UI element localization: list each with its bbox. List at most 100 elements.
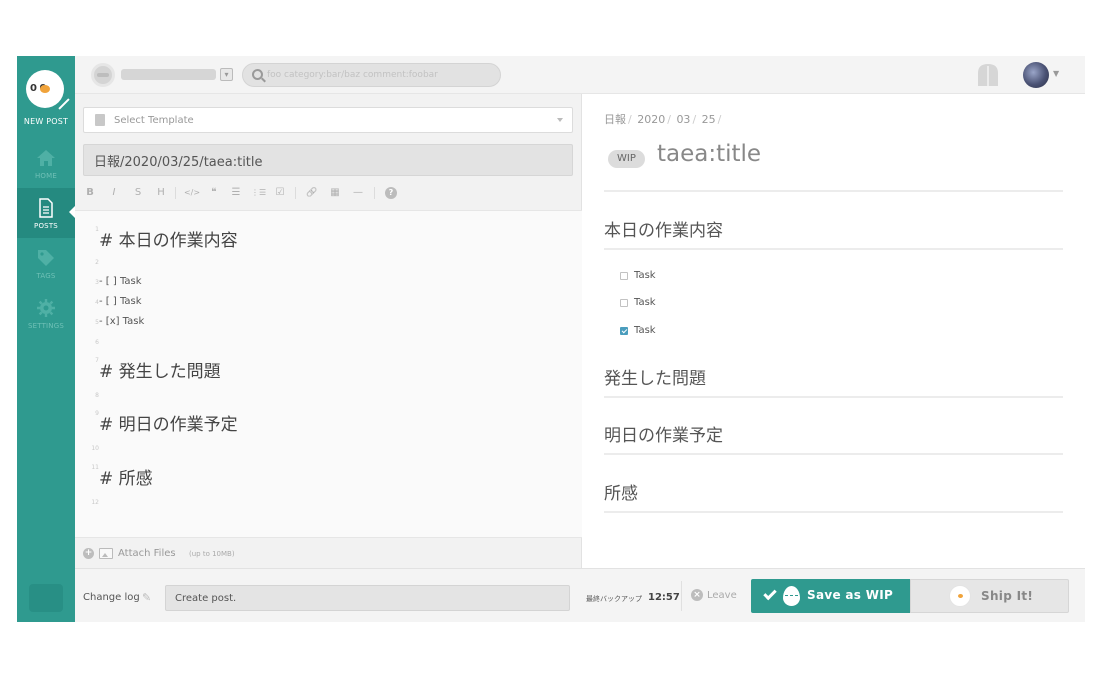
wip-badge: WIP [608, 150, 645, 168]
document-icon [39, 198, 53, 218]
preview-heading: 明日の作業予定 [604, 426, 723, 446]
chevron-down-icon[interactable]: ▾ [220, 68, 233, 81]
sidebar-item-label: TAGS [36, 272, 56, 280]
heading-button[interactable]: H [154, 184, 168, 202]
line-number: 12 [91, 499, 99, 506]
notification-icon[interactable] [975, 62, 1001, 88]
user-avatar[interactable] [1023, 62, 1049, 88]
save-as-wip-label: Save as WIP [807, 588, 894, 602]
preview-pane: 日報/ 2020/ 03/ 25/ WIP taea:title 本日の作業内容… [583, 94, 1085, 568]
task-label: Task [634, 297, 656, 308]
line-number: 6 [95, 339, 99, 346]
save-as-wip-button[interactable]: Save as WIP [751, 579, 910, 613]
preview-title: taea:title [657, 141, 762, 167]
line-number: 3 [95, 279, 99, 286]
task-checkbox[interactable] [620, 272, 628, 280]
heading-divider [604, 511, 1063, 513]
breadcrumb-item[interactable]: 日報 [604, 113, 626, 126]
line-number: 2 [95, 259, 99, 266]
link-button[interactable]: 🔗 [305, 184, 319, 202]
sidebar-item-settings[interactable]: SETTINGS [17, 288, 75, 338]
task-checkbox-checked[interactable] [620, 327, 628, 335]
breadcrumb-item[interactable]: 25 [702, 113, 716, 126]
tag-icon [38, 250, 54, 266]
search-box[interactable] [242, 63, 501, 87]
attach-files-label: Attach Files [118, 548, 176, 559]
bullet-list-button[interactable]: ☰ [229, 184, 243, 202]
sidebar-item-home[interactable]: HOME [17, 138, 75, 188]
line-number: 9 [95, 410, 99, 417]
heading-divider [604, 453, 1063, 455]
table-button[interactable]: ▦ [328, 184, 342, 202]
search-icon [252, 69, 263, 80]
sidebar-item-label: SETTINGS [27, 322, 65, 330]
editor-line: # 明日の作業予定 [99, 415, 238, 435]
ship-it-button[interactable]: Ship It! [910, 579, 1069, 613]
change-log-label: Change log [83, 592, 140, 603]
editor-line: - [ ] Task [99, 276, 142, 287]
line-number: 10 [91, 445, 99, 452]
line-number: 7 [95, 357, 99, 364]
breadcrumb-item[interactable]: 2020 [637, 113, 665, 126]
close-icon: × [691, 589, 703, 601]
home-icon [37, 150, 55, 166]
title-divider [604, 190, 1063, 192]
markdown-toolbar: B I S H </> ❝ ☰ ⋮☰ ☑ 🔗 ▦ — ? [83, 184, 573, 202]
template-select[interactable]: Select Template [83, 107, 573, 133]
preview-heading: 所感 [604, 484, 638, 504]
quote-button[interactable]: ❝ [207, 184, 221, 202]
preview-heading: 本日の作業内容 [604, 221, 723, 241]
sidebar-item-label: POSTS [34, 222, 58, 230]
change-log-input[interactable] [165, 585, 570, 611]
chevron-down-icon [557, 118, 563, 122]
chevron-down-icon[interactable]: ▼ [1053, 69, 1059, 78]
task-label: Task [634, 325, 656, 336]
editor-line: # 本日の作業内容 [99, 231, 238, 251]
ship-it-label: Ship It! [981, 589, 1034, 603]
line-number: 8 [95, 392, 99, 399]
new-post-label[interactable]: NEW POST [17, 117, 75, 126]
editor-line: - [ ] Task [99, 296, 142, 307]
image-icon [99, 548, 113, 559]
pencil-off-icon[interactable]: ✎ [142, 591, 151, 604]
new-post-logo-icon[interactable]: 0 0 [26, 70, 72, 112]
esa-app: 0 0 NEW POST HOME POSTS TAGS SETTINGS ▾ [17, 56, 1085, 622]
team-logo-icon[interactable] [29, 584, 63, 612]
help-button[interactable]: ? [385, 187, 397, 199]
editor-line: - [x] Task [99, 316, 145, 327]
last-backup-label: 最終バックアップ [586, 595, 642, 603]
task-label: Task [634, 270, 656, 281]
breadcrumb-item[interactable]: 03 [676, 113, 690, 126]
preview-heading: 発生した問題 [604, 369, 706, 389]
plus-icon: + [83, 548, 94, 559]
leave-label: Leave [707, 590, 737, 601]
markdown-editor[interactable]: 1 # 本日の作業内容 2 3 - [ ] Task 4 - [ ] Task … [75, 210, 582, 538]
horizontal-rule-button[interactable]: — [351, 184, 365, 202]
task-checkbox[interactable] [620, 299, 628, 307]
italic-button[interactable]: I [107, 184, 121, 202]
top-bar: ▾ ▼ [75, 56, 1085, 94]
search-input[interactable] [267, 67, 493, 83]
editor-line: # 所感 [99, 469, 153, 489]
team-name-redacted[interactable] [121, 69, 216, 80]
sidebar-item-posts[interactable]: POSTS [17, 188, 76, 238]
breadcrumb: 日報/ 2020/ 03/ 25/ [604, 113, 722, 126]
heading-divider [604, 396, 1063, 398]
sidebar-item-label: HOME [34, 172, 58, 180]
strikethrough-button[interactable]: S [131, 184, 145, 202]
team-icon[interactable] [91, 63, 115, 87]
gear-icon [37, 299, 55, 317]
template-select-placeholder: Select Template [114, 115, 194, 126]
task-list-button[interactable]: ☑ [273, 184, 287, 202]
code-button[interactable]: </> [183, 184, 201, 202]
line-number: 11 [91, 464, 99, 471]
line-number: 4 [95, 299, 99, 306]
last-backup-time: 12:57 [648, 592, 680, 603]
editor-line: # 発生した問題 [99, 362, 221, 382]
sidebar: 0 0 NEW POST HOME POSTS TAGS SETTINGS [17, 56, 76, 622]
numbered-list-button[interactable]: ⋮☰ [251, 184, 266, 202]
post-title-input[interactable] [83, 144, 573, 176]
bold-button[interactable]: B [83, 184, 97, 202]
egg-icon [783, 586, 800, 606]
sidebar-item-tags[interactable]: TAGS [17, 238, 75, 288]
